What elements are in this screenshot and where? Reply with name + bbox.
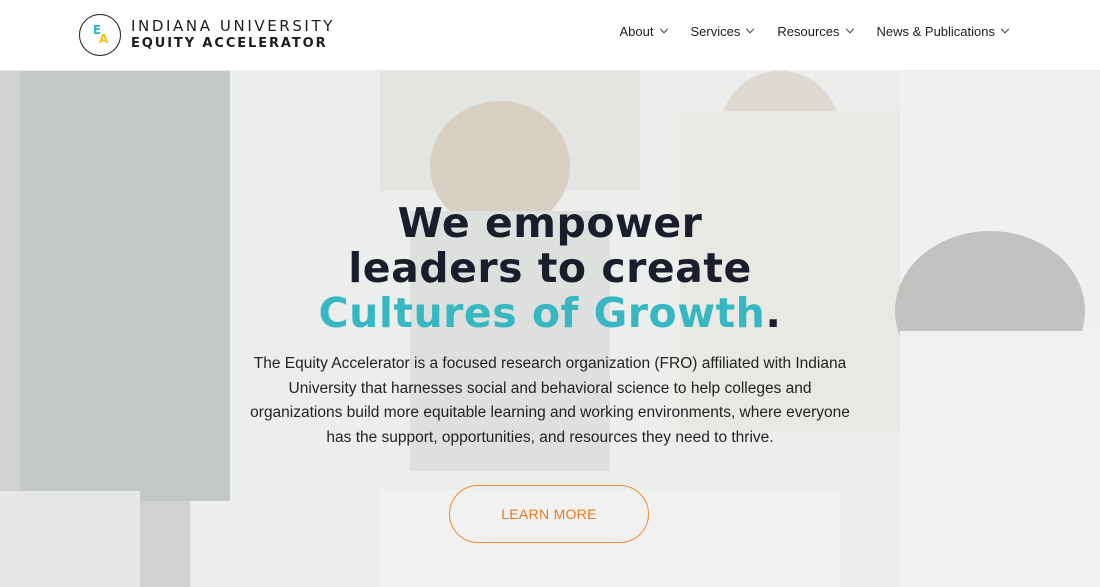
- nav-label-about: About: [619, 24, 654, 39]
- site-logo[interactable]: E A INDIANA UNIVERSITY EQUITY ACCELERATO…: [79, 14, 335, 56]
- nav-item-services[interactable]: Services: [690, 24, 755, 39]
- site-header: E A INDIANA UNIVERSITY EQUITY ACCELERATO…: [0, 0, 1100, 71]
- logo-mark-icon: E A: [79, 14, 121, 56]
- nav-item-resources[interactable]: Resources: [777, 24, 854, 39]
- logo-text: INDIANA UNIVERSITY EQUITY ACCELERATOR: [131, 17, 335, 53]
- logo-mark-a: A: [99, 32, 109, 46]
- headline-line-2: leaders to create: [348, 244, 752, 292]
- hero-description: The Equity Accelerator is a focused rese…: [250, 355, 850, 446]
- nav-item-news-publications[interactable]: News & Publications: [876, 24, 1010, 39]
- headline-period: .: [765, 289, 782, 337]
- hero-section: We empower leaders to create Cultures of…: [0, 71, 1100, 587]
- nav-label-resources: Resources: [777, 24, 840, 39]
- nav-item-about[interactable]: About: [619, 24, 668, 39]
- learn-more-button[interactable]: LEARN MORE: [449, 485, 649, 543]
- chevron-down-icon: [845, 24, 854, 33]
- main-nav: About Services Resources News & Publicat…: [596, 24, 1010, 39]
- chevron-down-icon: [659, 24, 668, 33]
- nav-label-news-publications: News & Publications: [876, 24, 996, 39]
- nav-label-services: Services: [690, 24, 741, 39]
- headline-accent: Cultures of Growth: [318, 289, 766, 337]
- headline-line-1: We empower: [397, 199, 703, 247]
- chevron-down-icon: [1000, 24, 1010, 33]
- logo-line-accelerator: EQUITY ACCELERATOR: [131, 36, 328, 51]
- hero-headline: We empower leaders to create Cultures of…: [0, 201, 1100, 336]
- chevron-down-icon: [746, 24, 755, 33]
- logo-line-university: INDIANA UNIVERSITY: [131, 17, 335, 35]
